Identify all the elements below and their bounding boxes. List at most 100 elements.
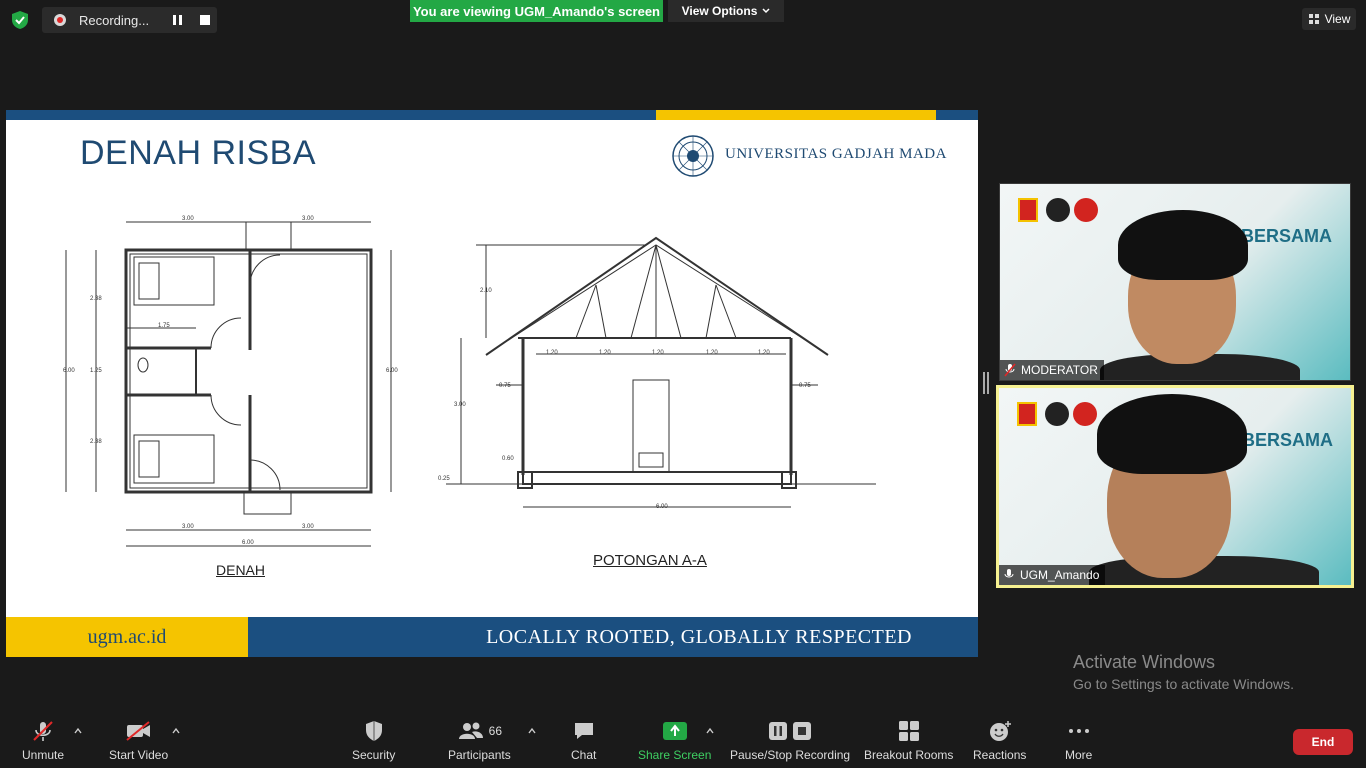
start-video-button[interactable]: Start Video: [109, 718, 168, 762]
logo-circle-icon: [1074, 198, 1098, 222]
breakout-rooms-label: Breakout Rooms: [864, 748, 954, 762]
end-meeting-button[interactable]: End: [1293, 729, 1353, 755]
pause-stop-recording-button[interactable]: Pause/Stop Recording: [730, 718, 850, 762]
pause-recording-icon[interactable]: [172, 14, 184, 26]
svg-text:1.20: 1.20: [652, 350, 664, 356]
logo-badge-icon: [1017, 402, 1037, 426]
ugm-logo-icon: [672, 135, 714, 177]
svg-text:2.10: 2.10: [480, 288, 492, 294]
svg-text:1.20: 1.20: [758, 350, 770, 356]
svg-text:3.00: 3.00: [454, 402, 466, 408]
mic-muted-icon: [1004, 363, 1016, 377]
reactions-label: Reactions: [973, 748, 1027, 762]
svg-text:3.00: 3.00: [302, 216, 314, 222]
svg-text:0.75: 0.75: [499, 383, 511, 389]
recording-dot-icon: [54, 14, 66, 26]
logo-circle-icon: [1046, 198, 1070, 222]
svg-text:3.00: 3.00: [182, 216, 194, 222]
svg-text:0.25: 0.25: [438, 476, 450, 482]
security-label: Security: [352, 748, 396, 762]
participants-count: 66: [488, 724, 503, 738]
video-tile-moderator[interactable]: EMI BERSAMA MODERATOR: [999, 183, 1351, 381]
floor-plan-drawing: 3.00 3.00 3.00 3.00 6.00 6.00 6.00 2.38 1.25…: [63, 216, 876, 547]
chat-icon: [572, 718, 596, 744]
shield-icon: [364, 718, 384, 744]
svg-text:6.00: 6.00: [63, 368, 75, 374]
video-options-caret-icon[interactable]: [172, 727, 180, 735]
panel-resize-handle[interactable]: [983, 372, 989, 394]
participant-name: MODERATOR: [1021, 363, 1098, 377]
svg-text:1.25: 1.25: [90, 368, 102, 374]
svg-text:1.75: 1.75: [158, 323, 170, 329]
unmute-button[interactable]: Unmute: [22, 718, 64, 762]
participants-label: Participants: [448, 748, 511, 762]
participants-options-caret-icon[interactable]: [528, 727, 536, 735]
section-caption: POTONGAN A-A: [593, 552, 707, 569]
svg-text:2.38: 2.38: [90, 296, 102, 302]
security-button[interactable]: Security: [352, 718, 395, 762]
slide-footer-slogan: LOCALLY ROOTED, GLOBALLY RESPECTED: [248, 617, 978, 657]
view-label: View: [1324, 12, 1351, 26]
grid-view-icon: [1308, 14, 1319, 24]
participant-hair: [1118, 210, 1248, 280]
university-name: UNIVERSITAS GADJAH MADA: [725, 146, 947, 162]
start-video-label: Start Video: [109, 748, 169, 762]
svg-text:1.20: 1.20: [706, 350, 718, 356]
mic-muted-icon: [31, 718, 55, 744]
view-options-button[interactable]: View Options: [668, 0, 784, 22]
logo-circle-icon: [1045, 402, 1069, 426]
svg-text:6.00: 6.00: [242, 540, 254, 546]
participants-icon: 66: [457, 718, 502, 744]
svg-text:1.20: 1.20: [546, 350, 558, 356]
activate-windows-title: Activate Windows: [1073, 652, 1216, 672]
svg-text:1.20: 1.20: [599, 350, 611, 356]
activate-windows-subtitle: Go to Settings to activate Windows.: [1073, 676, 1294, 692]
chat-button[interactable]: Chat: [571, 718, 596, 762]
shared-slide: 3.00 3.00 3.00 3.00 6.00 6.00 6.00 2.38 1.25…: [6, 110, 978, 657]
mic-icon: [1004, 569, 1014, 578]
more-button[interactable]: More: [1065, 718, 1092, 762]
pause-stop-icon: [768, 718, 812, 744]
logo-badge-icon: [1018, 198, 1038, 222]
unmute-label: Unmute: [22, 748, 65, 762]
share-screen-icon: [662, 718, 688, 744]
svg-text:0.75: 0.75: [799, 383, 811, 389]
breakout-rooms-button[interactable]: Breakout Rooms: [864, 718, 953, 762]
svg-text:3.00: 3.00: [302, 524, 314, 530]
recording-status-text: Recording...: [79, 12, 150, 28]
viewing-screen-banner: You are viewing UGM_Amando's screen: [410, 0, 663, 22]
reactions-button[interactable]: Reactions: [973, 718, 1026, 762]
video-off-icon: [125, 718, 153, 744]
participant-name-tag: MODERATOR: [1000, 360, 1104, 380]
svg-text:6.00: 6.00: [656, 504, 668, 510]
view-button[interactable]: View: [1302, 8, 1356, 30]
participant-name: UGM_Amando: [1020, 568, 1100, 582]
pause-stop-label: Pause/Stop Recording: [730, 748, 851, 762]
stop-recording-icon[interactable]: [200, 15, 210, 25]
slide-title: DENAH RISBA: [80, 134, 316, 172]
svg-text:6.00: 6.00: [386, 368, 398, 374]
svg-text:3.00: 3.00: [182, 524, 194, 530]
svg-text:2.38: 2.38: [90, 439, 102, 445]
participant-hair: [1097, 394, 1247, 474]
participants-button[interactable]: 66 Participants: [448, 718, 511, 762]
view-options-label: View Options: [681, 4, 758, 18]
breakout-rooms-icon: [898, 718, 920, 744]
smiley-icon: [988, 718, 1012, 744]
participant-name-tag: UGM_Amando: [999, 565, 1106, 585]
share-options-caret-icon[interactable]: [706, 727, 714, 735]
share-screen-button[interactable]: Share Screen: [638, 718, 711, 762]
chevron-down-icon: [762, 8, 770, 14]
video-tile-presenter[interactable]: EMI BERSAMA UGM_Amando: [996, 385, 1354, 588]
security-shield-icon[interactable]: [9, 9, 31, 31]
share-screen-label: Share Screen: [638, 748, 712, 762]
more-label: More: [1065, 748, 1093, 762]
logo-circle-icon: [1073, 402, 1097, 426]
chat-label: Chat: [571, 748, 597, 762]
svg-text:0.60: 0.60: [502, 456, 514, 462]
slide-footer-url: ugm.ac.id: [6, 617, 248, 657]
recording-indicator: Recording...: [42, 7, 217, 33]
plan-caption: DENAH: [216, 562, 266, 578]
ellipsis-icon: [1067, 718, 1091, 744]
audio-options-caret-icon[interactable]: [74, 727, 82, 735]
